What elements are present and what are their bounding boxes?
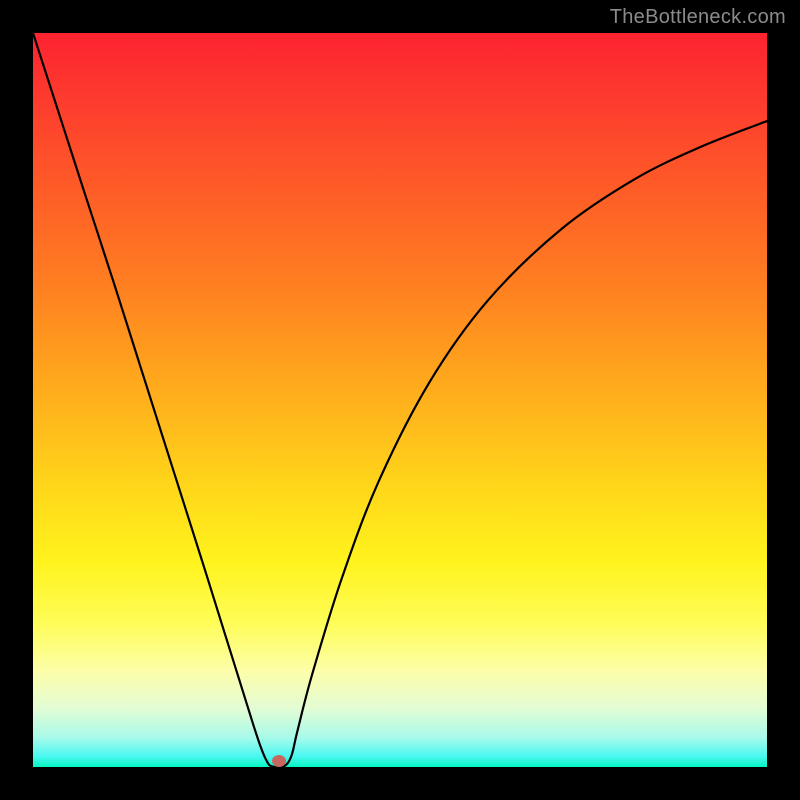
bottleneck-curve: [33, 33, 767, 767]
curve-layer: [33, 33, 767, 767]
watermark-label: TheBottleneck.com: [610, 6, 786, 29]
minimum-marker-icon: [272, 755, 286, 767]
plot-area: [33, 33, 767, 767]
chart-frame: TheBottleneck.com: [0, 0, 800, 800]
